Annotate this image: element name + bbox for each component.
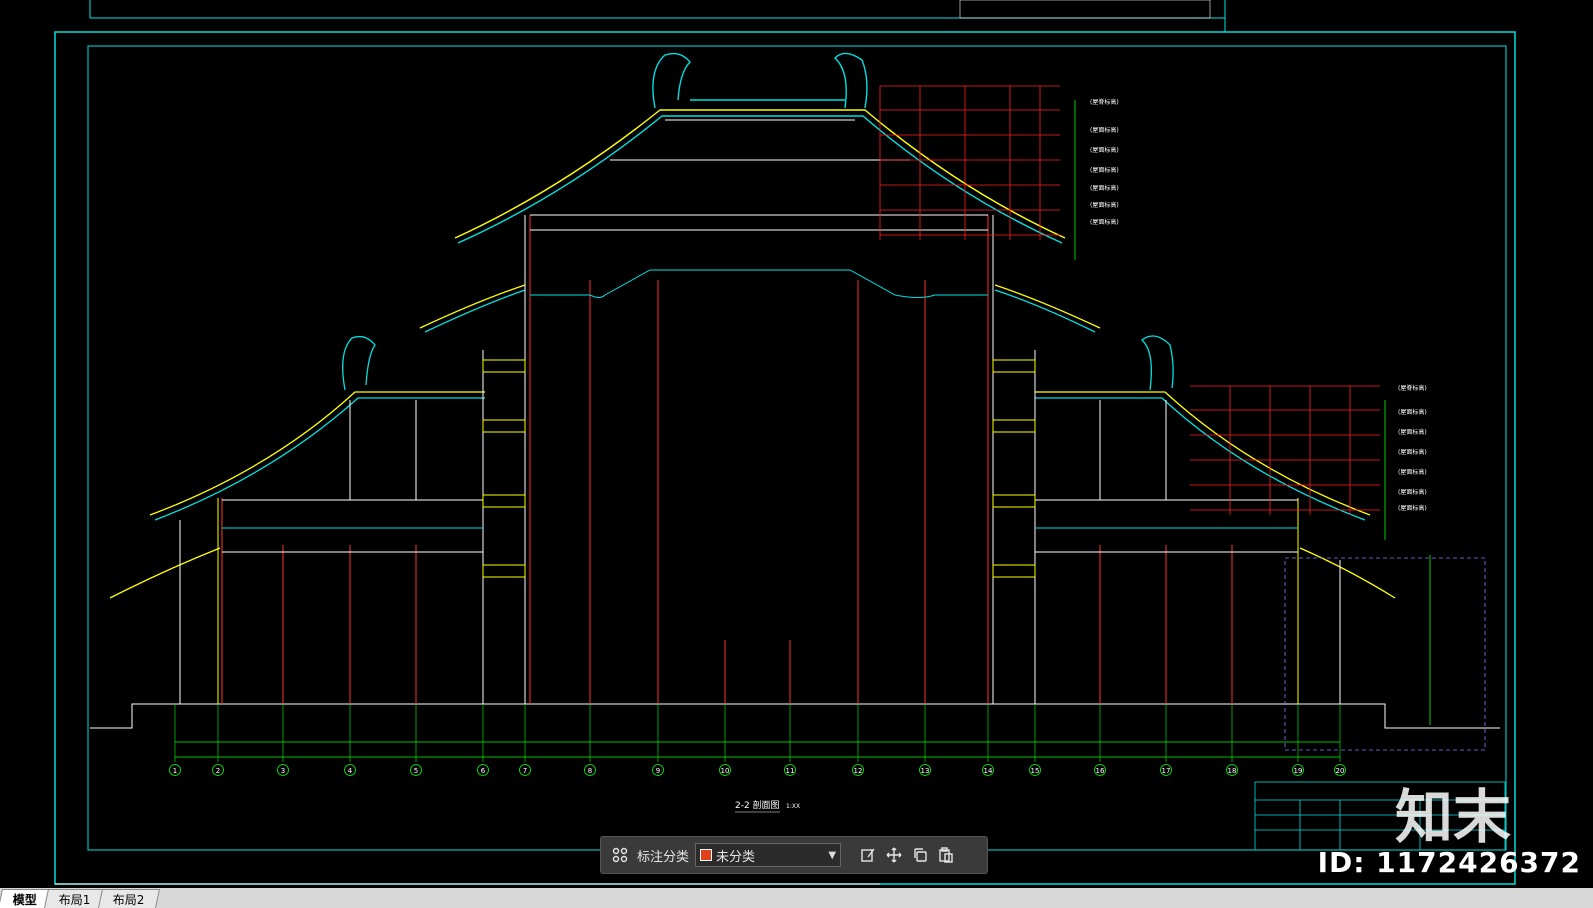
axis-number: 6 bbox=[481, 767, 486, 775]
drawing-title-group: 2-2 剖面图 1:XX bbox=[735, 799, 800, 813]
edit-icon[interactable] bbox=[855, 842, 881, 868]
axis-number: 14 bbox=[984, 767, 993, 775]
svg-text:(屋面标高): (屋面标高) bbox=[1398, 428, 1427, 436]
svg-text:(屋面标高): (屋面标高) bbox=[1398, 448, 1427, 456]
drawing-scale: 1:XX bbox=[786, 803, 800, 810]
svg-text:(屋脊标高): (屋脊标高) bbox=[1090, 98, 1119, 106]
axis-number: 2 bbox=[216, 767, 220, 775]
paste-icon[interactable] bbox=[933, 842, 959, 868]
copy-icon[interactable] bbox=[907, 842, 933, 868]
svg-text:(屋面标高): (屋面标高) bbox=[1090, 184, 1119, 192]
watermark-logo: 知末 bbox=[1395, 783, 1512, 851]
axis-number: 11 bbox=[786, 767, 795, 775]
axis-number: 15 bbox=[1031, 767, 1040, 775]
axis-number: 19 bbox=[1294, 767, 1303, 775]
axis-bubbles: 1 2 3 4 5 6 7 8 9 10 11 12 13 14 15 16 17 18 19 20 bbox=[169, 704, 1346, 776]
elevation-labels: (屋脊标高) (屋面标高) (屋面标高) (屋面标高) (屋面标高) (屋面标高) (… bbox=[1090, 98, 1427, 512]
axis-number: 13 bbox=[921, 767, 930, 775]
svg-text:(屋面标高): (屋面标高) bbox=[1398, 468, 1427, 476]
axis-number: 10 bbox=[721, 767, 730, 775]
axis-number: 9 bbox=[656, 767, 660, 775]
cad-drawing-canvas[interactable]: (屋脊标高) (屋面标高) (屋面标高) (屋面标高) (屋面标高) (屋面标高) (… bbox=[0, 0, 1593, 908]
elevation-grid bbox=[879, 85, 1380, 515]
top-title-block-remnant bbox=[89, 0, 1226, 32]
axis-number: 5 bbox=[414, 767, 418, 775]
svg-text:(屋脊标高): (屋脊标高) bbox=[1398, 384, 1427, 392]
ground-line bbox=[90, 703, 1500, 729]
axis-number: 20 bbox=[1336, 767, 1345, 775]
annotation-category-label: 标注分类 bbox=[637, 849, 690, 865]
axis-number: 1 bbox=[173, 767, 177, 775]
layout-tabs: 模型 布局1 布局2 bbox=[0, 888, 1593, 908]
move-icon[interactable] bbox=[881, 842, 907, 868]
tab-layout2[interactable]: 布局2 bbox=[97, 889, 160, 908]
svg-text:(屋面标高): (屋面标高) bbox=[1090, 166, 1119, 174]
category-color-swatch bbox=[700, 849, 713, 861]
axis-number: 12 bbox=[854, 767, 863, 775]
side-roofs bbox=[109, 335, 1396, 599]
middle-roof bbox=[419, 284, 1101, 333]
tab-layout1[interactable]: 布局1 bbox=[43, 889, 106, 908]
grid-icon[interactable] bbox=[607, 842, 633, 868]
svg-text:(屋面标高): (屋面标高) bbox=[1090, 146, 1119, 154]
drawing-title: 2-2 剖面图 bbox=[735, 799, 780, 811]
beams bbox=[222, 119, 1298, 578]
annotation-toolbar: 标注分类 未分类 ▼ bbox=[600, 836, 988, 874]
svg-text:(屋面标高): (屋面标高) bbox=[1090, 126, 1119, 134]
category-dropdown[interactable]: 未分类 ▼ bbox=[695, 843, 842, 867]
axis-number: 17 bbox=[1162, 767, 1171, 775]
svg-text:(屋面标高): (屋面标高) bbox=[1090, 201, 1119, 209]
category-selected-value: 未分类 bbox=[716, 849, 756, 865]
axis-number: 8 bbox=[588, 767, 592, 775]
tab-label: 布局1 bbox=[58, 892, 91, 907]
chevron-down-icon: ▼ bbox=[828, 849, 837, 861]
axis-number: 16 bbox=[1096, 767, 1105, 775]
axis-number: 4 bbox=[348, 767, 353, 775]
svg-text:(屋面标高): (屋面标高) bbox=[1398, 504, 1427, 512]
axis-number: 3 bbox=[281, 767, 285, 775]
svg-text:(屋面标高): (屋面标高) bbox=[1090, 218, 1119, 226]
tab-label: 模型 bbox=[12, 892, 37, 907]
tab-label: 布局2 bbox=[112, 892, 145, 907]
elevation-marks bbox=[1074, 100, 1431, 725]
axis-number: 18 bbox=[1228, 767, 1237, 775]
axis-number: 7 bbox=[523, 767, 527, 775]
svg-text:(屋面标高): (屋面标高) bbox=[1398, 408, 1427, 416]
svg-text:(屋面标高): (屋面标高) bbox=[1398, 488, 1427, 496]
watermark-id: ID: 1172426372 bbox=[1317, 846, 1581, 879]
